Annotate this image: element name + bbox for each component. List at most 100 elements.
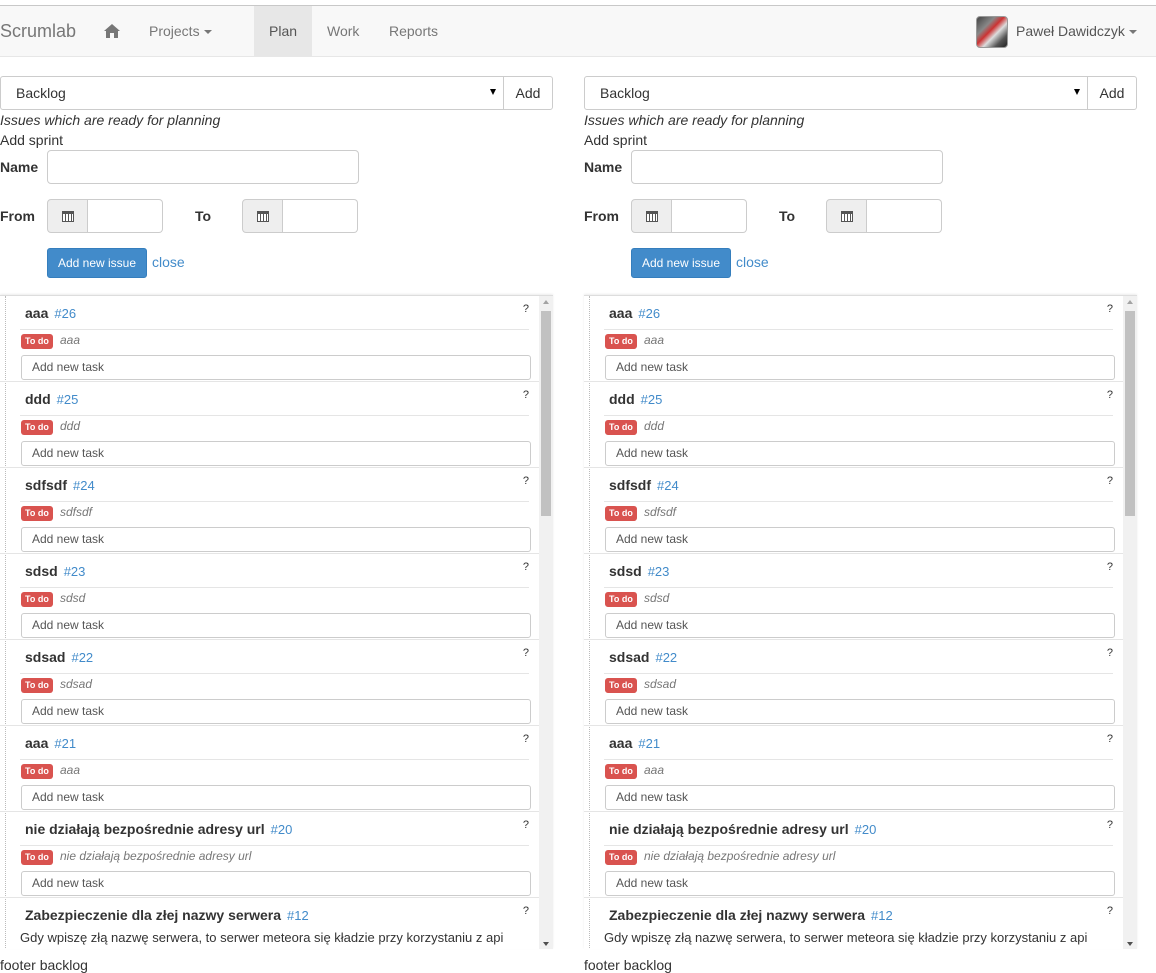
add-task-input[interactable]: Add new task bbox=[605, 871, 1115, 896]
add-task-input[interactable]: Add new task bbox=[21, 527, 531, 552]
help-icon[interactable]: ? bbox=[523, 475, 529, 487]
sprint-select[interactable]: Backlog bbox=[584, 76, 1088, 110]
add-task-input[interactable]: Add new task bbox=[605, 613, 1115, 638]
issue-card[interactable]: ddd #25? To do ddd Add new task bbox=[0, 382, 539, 468]
issue-number-link[interactable]: #21 bbox=[54, 736, 76, 751]
help-icon[interactable]: ? bbox=[523, 733, 529, 745]
issue-title[interactable]: aaa #21 bbox=[609, 735, 660, 751]
issue-card[interactable]: aaa #21? To do aaa Add new task bbox=[0, 726, 539, 812]
issue-number-link[interactable]: #26 bbox=[54, 306, 76, 321]
issue-card[interactable]: nie działają bezpośrednie adresy url #20?… bbox=[584, 812, 1123, 898]
issue-card[interactable]: sdfsdf #24? To do sdfsdf Add new task bbox=[0, 468, 539, 554]
add-task-input[interactable]: Add new task bbox=[21, 871, 531, 896]
issue-card[interactable]: sdsad #22? To do sdsad Add new task bbox=[0, 640, 539, 726]
issue-title[interactable]: nie działają bezpośrednie adresy url #20 bbox=[25, 821, 292, 837]
issue-card[interactable]: ddd #25? To do ddd Add new task bbox=[584, 382, 1123, 468]
issue-number-link[interactable]: #25 bbox=[57, 392, 79, 407]
issue-card[interactable]: sdsad #22? To do sdsad Add new task bbox=[584, 640, 1123, 726]
issue-title[interactable]: ddd #25 bbox=[609, 391, 662, 407]
add-task-input[interactable]: Add new task bbox=[605, 699, 1115, 724]
issue-number-link[interactable]: #24 bbox=[657, 478, 679, 493]
issue-title[interactable]: sdsd #23 bbox=[25, 563, 85, 579]
issue-number-link[interactable]: #21 bbox=[638, 736, 660, 751]
issue-card[interactable]: sdsd #23? To do sdsd Add new task bbox=[0, 554, 539, 640]
issue-number-link[interactable]: #20 bbox=[855, 822, 877, 837]
add-new-issue-button[interactable]: Add new issue bbox=[631, 248, 731, 278]
avatar[interactable] bbox=[976, 16, 1008, 48]
add-task-input[interactable]: Add new task bbox=[21, 355, 531, 380]
to-date-input[interactable] bbox=[283, 199, 358, 233]
scroll-up-icon[interactable] bbox=[1127, 300, 1133, 304]
scrollbar-thumb[interactable] bbox=[1125, 311, 1135, 516]
add-task-input[interactable]: Add new task bbox=[605, 355, 1115, 380]
scroll-down-icon[interactable] bbox=[543, 942, 549, 946]
help-icon[interactable]: ? bbox=[1107, 561, 1113, 573]
issue-number-link[interactable]: #23 bbox=[64, 564, 86, 579]
issue-card[interactable]: nie działają bezpośrednie adresy url #20?… bbox=[0, 812, 539, 898]
add-sprint-button[interactable]: Add bbox=[1087, 76, 1137, 110]
issue-number-link[interactable]: #12 bbox=[871, 908, 893, 923]
help-icon[interactable]: ? bbox=[1107, 303, 1113, 315]
issue-card[interactable]: aaa #26? To do aaa Add new task bbox=[584, 296, 1123, 382]
add-sprint-button[interactable]: Add bbox=[503, 76, 553, 110]
issue-title[interactable]: sdsad #22 bbox=[25, 649, 93, 665]
add-task-input[interactable]: Add new task bbox=[21, 699, 531, 724]
tab-reports[interactable]: Reports bbox=[374, 6, 453, 56]
issue-card[interactable]: aaa #21? To do aaa Add new task bbox=[584, 726, 1123, 812]
help-icon[interactable]: ? bbox=[1107, 733, 1113, 745]
sprint-name-input[interactable] bbox=[631, 150, 943, 184]
help-icon[interactable]: ? bbox=[523, 905, 529, 917]
help-icon[interactable]: ? bbox=[523, 819, 529, 831]
close-link[interactable]: close bbox=[152, 254, 185, 270]
add-task-input[interactable]: Add new task bbox=[605, 527, 1115, 552]
help-icon[interactable]: ? bbox=[523, 561, 529, 573]
issue-title[interactable]: sdsd #23 bbox=[609, 563, 669, 579]
add-task-input[interactable]: Add new task bbox=[605, 785, 1115, 810]
issue-number-link[interactable]: #20 bbox=[271, 822, 293, 837]
issue-title[interactable]: Zabezpieczenie dla złej nazwy serwera #12 bbox=[25, 907, 309, 923]
tab-plan[interactable]: Plan bbox=[254, 6, 312, 56]
issue-number-link[interactable]: #12 bbox=[287, 908, 309, 923]
help-icon[interactable]: ? bbox=[1107, 647, 1113, 659]
add-task-input[interactable]: Add new task bbox=[21, 785, 531, 810]
issue-number-link[interactable]: #23 bbox=[648, 564, 670, 579]
issue-number-link[interactable]: #26 bbox=[638, 306, 660, 321]
to-date-input[interactable] bbox=[867, 199, 942, 233]
help-icon[interactable]: ? bbox=[1107, 905, 1113, 917]
user-menu[interactable]: Paweł Dawidczyk bbox=[1016, 6, 1137, 56]
issue-number-link[interactable]: #22 bbox=[71, 650, 93, 665]
to-date-picker-button[interactable] bbox=[242, 199, 283, 233]
sprint-select[interactable]: Backlog bbox=[0, 76, 504, 110]
issue-number-link[interactable]: #24 bbox=[73, 478, 95, 493]
projects-dropdown[interactable]: Projects bbox=[134, 6, 227, 56]
add-new-issue-button[interactable]: Add new issue bbox=[47, 248, 147, 278]
issue-title[interactable]: aaa #21 bbox=[25, 735, 76, 751]
help-icon[interactable]: ? bbox=[1107, 389, 1113, 401]
sprint-name-input[interactable] bbox=[47, 150, 359, 184]
issue-title[interactable]: aaa #26 bbox=[609, 305, 660, 321]
issue-card[interactable]: Zabezpieczenie dla złej nazwy serwera #12… bbox=[0, 898, 539, 949]
issue-title[interactable]: Zabezpieczenie dla złej nazwy serwera #12 bbox=[609, 907, 893, 923]
issue-title[interactable]: sdfsdf #24 bbox=[609, 477, 679, 493]
help-icon[interactable]: ? bbox=[523, 303, 529, 315]
brand-logo[interactable]: Scrumlab bbox=[0, 21, 76, 42]
add-task-input[interactable]: Add new task bbox=[21, 613, 531, 638]
scrollbar[interactable] bbox=[539, 296, 553, 949]
scroll-down-icon[interactable] bbox=[1127, 942, 1133, 946]
issue-title[interactable]: nie działają bezpośrednie adresy url #20 bbox=[609, 821, 876, 837]
issue-card[interactable]: aaa #26? To do aaa Add new task bbox=[0, 296, 539, 382]
issue-title[interactable]: sdfsdf #24 bbox=[25, 477, 95, 493]
scrollbar[interactable] bbox=[1123, 296, 1137, 949]
add-task-input[interactable]: Add new task bbox=[21, 441, 531, 466]
add-task-input[interactable]: Add new task bbox=[605, 441, 1115, 466]
issue-number-link[interactable]: #22 bbox=[655, 650, 677, 665]
from-date-input[interactable] bbox=[672, 199, 747, 233]
scroll-up-icon[interactable] bbox=[543, 300, 549, 304]
issue-title[interactable]: ddd #25 bbox=[25, 391, 78, 407]
from-date-input[interactable] bbox=[88, 199, 163, 233]
tab-work[interactable]: Work bbox=[312, 6, 374, 56]
issue-card[interactable]: Zabezpieczenie dla złej nazwy serwera #12… bbox=[584, 898, 1123, 949]
issue-card[interactable]: sdsd #23? To do sdsd Add new task bbox=[584, 554, 1123, 640]
help-icon[interactable]: ? bbox=[1107, 819, 1113, 831]
issue-card[interactable]: sdfsdf #24? To do sdfsdf Add new task bbox=[584, 468, 1123, 554]
